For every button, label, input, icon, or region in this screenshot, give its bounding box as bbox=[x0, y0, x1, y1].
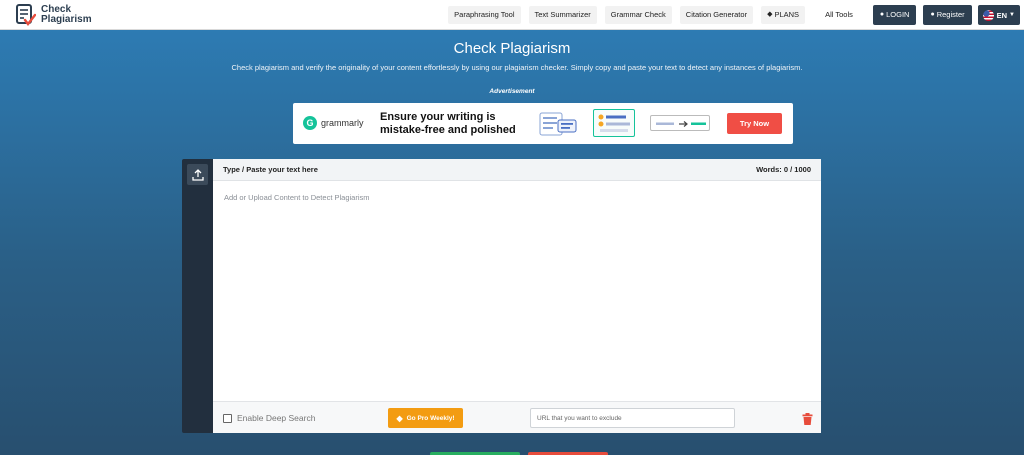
nav-plans-label: PLANS bbox=[774, 10, 800, 19]
nav-plans[interactable]: ◆ PLANS bbox=[761, 6, 806, 24]
go-pro-weekly-button[interactable]: ◆ Go Pro Weekly! bbox=[388, 408, 463, 428]
diamond-icon: ◆ bbox=[396, 413, 403, 423]
page-title: Check Plagiarism bbox=[453, 40, 571, 57]
upload-icon bbox=[191, 168, 204, 181]
site-logo[interactable]: Check Plagiarism bbox=[16, 4, 92, 26]
user-icon: ● bbox=[930, 11, 935, 18]
grammarly-logo: G grammarly bbox=[303, 116, 364, 130]
login-label: LOGIN bbox=[886, 10, 910, 19]
deep-search-label: Enable Deep Search bbox=[237, 413, 316, 423]
page-subtitle: Check plagiarism and verify the original… bbox=[231, 63, 803, 72]
trash-icon[interactable] bbox=[802, 412, 813, 425]
text-editor-panel: Type / Paste your text here Words: 0 / 1… bbox=[213, 159, 821, 433]
nav-all-tools[interactable]: All Tools bbox=[819, 6, 859, 24]
grammarly-g-icon: G bbox=[303, 116, 317, 130]
grammarly-brand: grammarly bbox=[321, 118, 364, 128]
deep-search-checkbox[interactable] bbox=[223, 413, 232, 423]
tag-icon: ◆ bbox=[767, 11, 773, 18]
logo-icon bbox=[16, 4, 37, 26]
deep-search-toggle[interactable]: Enable Deep Search bbox=[223, 413, 315, 423]
editor-header-label: Type / Paste your text here bbox=[223, 165, 318, 174]
ad-suggestions-illustration bbox=[593, 109, 635, 137]
editor-sidebar bbox=[182, 159, 213, 433]
text-input-area[interactable]: Add or Upload Content to Detect Plagiari… bbox=[213, 181, 821, 401]
user-icon: ● bbox=[879, 11, 885, 18]
main-nav: Paraphrasing Tool Text Summarizer Gramma… bbox=[440, 5, 1020, 25]
nav-paraphrasing-tool[interactable]: Paraphrasing Tool bbox=[448, 6, 521, 24]
go-pro-label: Go Pro Weekly! bbox=[406, 414, 455, 422]
exclude-url-input[interactable] bbox=[530, 408, 735, 428]
register-button[interactable]: ● Register bbox=[923, 5, 972, 25]
ad-headline-line-2: mistake-free and polished bbox=[380, 124, 516, 136]
grammarly-ad-banner[interactable]: G grammarly Ensure your writing is mista… bbox=[293, 103, 793, 144]
us-flag-icon bbox=[982, 9, 994, 21]
ad-headline: Ensure your writing is mistake-free and … bbox=[380, 111, 516, 137]
editor-footer: Enable Deep Search ◆ Go Pro Weekly! bbox=[213, 401, 821, 433]
nav-grammar-check[interactable]: Grammar Check bbox=[604, 6, 672, 24]
try-now-button[interactable]: Try Now bbox=[727, 113, 782, 134]
logo-text: Check Plagiarism bbox=[41, 5, 92, 25]
language-selector[interactable]: EN ▼ bbox=[977, 5, 1020, 25]
register-label: Register bbox=[936, 10, 965, 19]
upload-button[interactable] bbox=[187, 164, 208, 185]
editor-header: Type / Paste your text here Words: 0 / 1… bbox=[213, 159, 821, 181]
advertisement-label: Advertisement bbox=[489, 88, 535, 95]
nav-text-summarizer[interactable]: Text Summarizer bbox=[528, 6, 597, 24]
caret-down-icon: ▼ bbox=[1009, 12, 1015, 18]
word-count: Words: 0 / 1000 bbox=[756, 165, 811, 174]
text-input-placeholder: Add or Upload Content to Detect Plagiari… bbox=[224, 193, 370, 202]
ad-rewrite-illustration bbox=[650, 115, 710, 131]
logo-line-2: Plagiarism bbox=[41, 14, 92, 25]
language-label: EN bbox=[996, 10, 1008, 20]
ad-document-illustration bbox=[538, 111, 578, 137]
top-navbar: Check Plagiarism Paraphrasing Tool Text … bbox=[0, 0, 1024, 30]
login-button[interactable]: ● LOGIN bbox=[872, 5, 917, 25]
nav-citation-generator[interactable]: Citation Generator bbox=[679, 6, 754, 24]
ad-headline-line-1: Ensure your writing is bbox=[380, 111, 496, 123]
